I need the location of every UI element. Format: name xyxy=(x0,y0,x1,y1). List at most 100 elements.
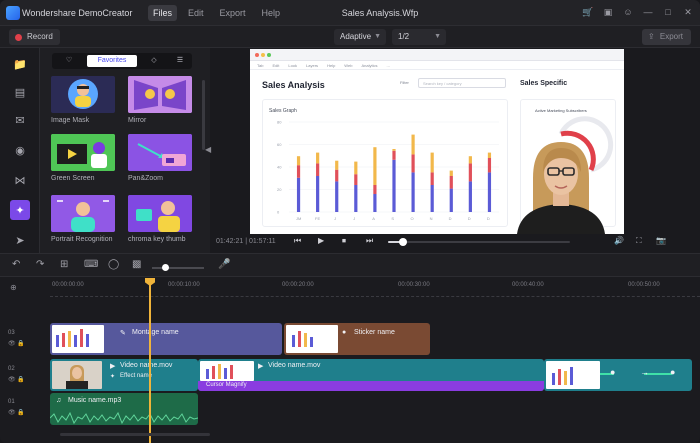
app-logo-icon xyxy=(6,6,20,20)
volume-icon[interactable]: 🔊 xyxy=(614,236,624,245)
sticker-icon: ● xyxy=(342,329,347,336)
transition-icon[interactable]: ⋈ xyxy=(10,170,30,190)
caption-icon[interactable]: ✉ xyxy=(10,110,30,130)
heart-icon[interactable]: ♡ xyxy=(55,55,83,67)
music-clip-name: Music name.mp3 xyxy=(68,397,122,404)
montage-clip[interactable]: ✎ Montage name xyxy=(50,323,282,355)
layout-icon[interactable]: ▤ xyxy=(10,82,30,102)
close-icon[interactable]: ✕ xyxy=(682,6,694,18)
video-clip-3[interactable]: ● → ● xyxy=(544,359,692,391)
x-tick-label: S xyxy=(391,216,394,221)
timeline-scrollbar[interactable] xyxy=(60,433,210,436)
add-track-icon[interactable]: ⊕ xyxy=(10,283,17,292)
marker-icon[interactable]: ◯ xyxy=(108,259,119,270)
dot-icon xyxy=(267,53,271,57)
ratio-dropdown[interactable]: 1/2 ▼ xyxy=(392,29,446,45)
timeline: ⊕ 00:00:00:00 00:00:10:00 00:00:20:00 00… xyxy=(0,277,700,443)
filter-label: Filter xyxy=(400,80,409,85)
video-1-effect: Effect name xyxy=(120,373,152,379)
stop-icon[interactable]: ⏹ xyxy=(342,236,346,246)
playhead[interactable] xyxy=(145,278,155,443)
effect-card-portrait-recognition[interactable]: Portrait Recognition xyxy=(51,195,115,243)
caption-box-icon[interactable]: ▩ xyxy=(132,259,141,270)
menu-help[interactable]: Help xyxy=(257,5,286,21)
effect-card-pan-zoom[interactable]: Pan&Zoom xyxy=(128,134,192,182)
music-clip[interactable]: ♫ Music name.mp3 xyxy=(50,393,198,425)
tag-icon[interactable]: ◇ xyxy=(141,55,167,67)
split-icon[interactable]: ⌨ xyxy=(84,259,98,270)
app-window: Wondershare DemoCreator Files Edit Expor… xyxy=(0,0,700,443)
record-button[interactable]: Record xyxy=(9,29,60,45)
keyframe-icon[interactable]: ● xyxy=(670,367,675,377)
save-icon[interactable]: ▣ xyxy=(602,6,614,18)
screen-nav-item: Help xyxy=(327,63,336,68)
effect-card-chroma-key[interactable]: chroma key thumb xyxy=(128,195,192,243)
cursor-effect-bar[interactable]: Cursor Magnify xyxy=(198,381,544,391)
effects-icon[interactable]: ✦ xyxy=(10,200,30,220)
video-clip-2[interactable]: ▶ Video name.mov Cursor Magnify xyxy=(198,359,544,391)
menu-edit[interactable]: Edit xyxy=(183,5,209,21)
bar-segment xyxy=(468,156,472,164)
fullscreen-icon[interactable]: ⛶ xyxy=(636,236,642,246)
undo-icon[interactable]: ↶ xyxy=(12,259,20,270)
collapse-panel-icon[interactable]: ◀ xyxy=(205,145,211,154)
minimize-icon[interactable]: — xyxy=(642,6,654,18)
keyframe-icon[interactable]: ● xyxy=(610,367,615,377)
effect-card-image-mask[interactable]: Image Mask xyxy=(51,76,115,124)
screen-nav-item: Layers xyxy=(306,63,319,68)
video-clip-1[interactable]: ▶ Video name.mov ✦ Effect name xyxy=(50,359,198,391)
seek-bar[interactable] xyxy=(388,238,570,246)
document-title: Sales Analysis.Wfp xyxy=(341,8,419,18)
eye-lock-icon[interactable]: 👁 🔒 xyxy=(8,409,25,416)
pin-icon[interactable]: ➤ xyxy=(10,230,30,250)
x-tick-label: A xyxy=(372,216,375,221)
play-icon[interactable]: ▶ xyxy=(318,236,324,245)
eye-lock-icon[interactable]: 👁 🔒 xyxy=(8,376,25,383)
chevron-down-icon: ▼ xyxy=(434,33,441,40)
bar-segment xyxy=(411,172,415,212)
dot-icon xyxy=(255,53,259,57)
bar-segment xyxy=(468,163,472,182)
effect-card-green-screen[interactable]: Green Screen xyxy=(51,134,115,182)
menu-export[interactable]: Export xyxy=(215,5,251,21)
sticker-icon[interactable]: ◉ xyxy=(10,140,30,160)
screen-window-bar xyxy=(250,49,624,61)
library-scrollbar[interactable] xyxy=(202,80,205,150)
screenshot-icon[interactable]: 📷 xyxy=(656,236,666,245)
cart-icon[interactable]: 🛒 xyxy=(582,6,594,18)
account-icon[interactable]: ☺ xyxy=(622,6,634,18)
list-icon[interactable]: ☰ xyxy=(170,55,190,67)
title-bar: Wondershare DemoCreator Files Edit Expor… xyxy=(0,0,700,26)
y-tick-label: 80 xyxy=(277,120,282,125)
y-tick-label: 0 xyxy=(277,210,280,215)
skip-back-icon[interactable]: ⏮ xyxy=(294,236,301,246)
effect-card-mirror[interactable]: Mirror xyxy=(128,76,192,124)
bar-segment xyxy=(373,147,377,185)
crop-icon[interactable]: ⊞ xyxy=(60,259,68,270)
record-label: Record xyxy=(27,32,53,41)
seek-handle[interactable] xyxy=(398,238,407,246)
sticker-clip[interactable]: ● Sticker name xyxy=(284,323,430,355)
export-button[interactable]: ⇪ Export xyxy=(641,29,691,45)
track-02-label: 02 xyxy=(8,366,15,372)
skip-forward-icon[interactable]: ⏭ xyxy=(366,236,373,246)
zoom-slider[interactable] xyxy=(152,264,204,271)
timeline-toolbar: ↶ ↷ ⊞ ⌨ ◯ ▩ 🎤 xyxy=(0,253,700,277)
cursor-effect-name: Cursor Magnify xyxy=(206,382,247,388)
bar-segment xyxy=(487,172,492,212)
zoom-handle[interactable] xyxy=(162,264,169,271)
maximize-icon[interactable]: □ xyxy=(662,6,674,18)
mirror-thumb xyxy=(128,76,192,113)
redo-icon[interactable]: ↷ xyxy=(36,259,44,270)
menu-files[interactable]: Files xyxy=(148,5,178,21)
quality-dropdown[interactable]: Adaptive ▼ xyxy=(334,29,386,45)
bar-segment xyxy=(354,174,358,185)
presenter-video xyxy=(495,136,625,234)
eye-lock-icon[interactable]: 👁 🔒 xyxy=(8,340,25,347)
microphone-icon[interactable]: 🎤 xyxy=(218,259,230,270)
bar-segment xyxy=(411,134,415,155)
video-2-name: Video name.mov xyxy=(268,362,321,369)
dot-icon xyxy=(261,53,265,57)
folder-icon[interactable]: 📁 xyxy=(10,54,30,74)
tab-favorites[interactable]: Favorites xyxy=(87,55,137,67)
